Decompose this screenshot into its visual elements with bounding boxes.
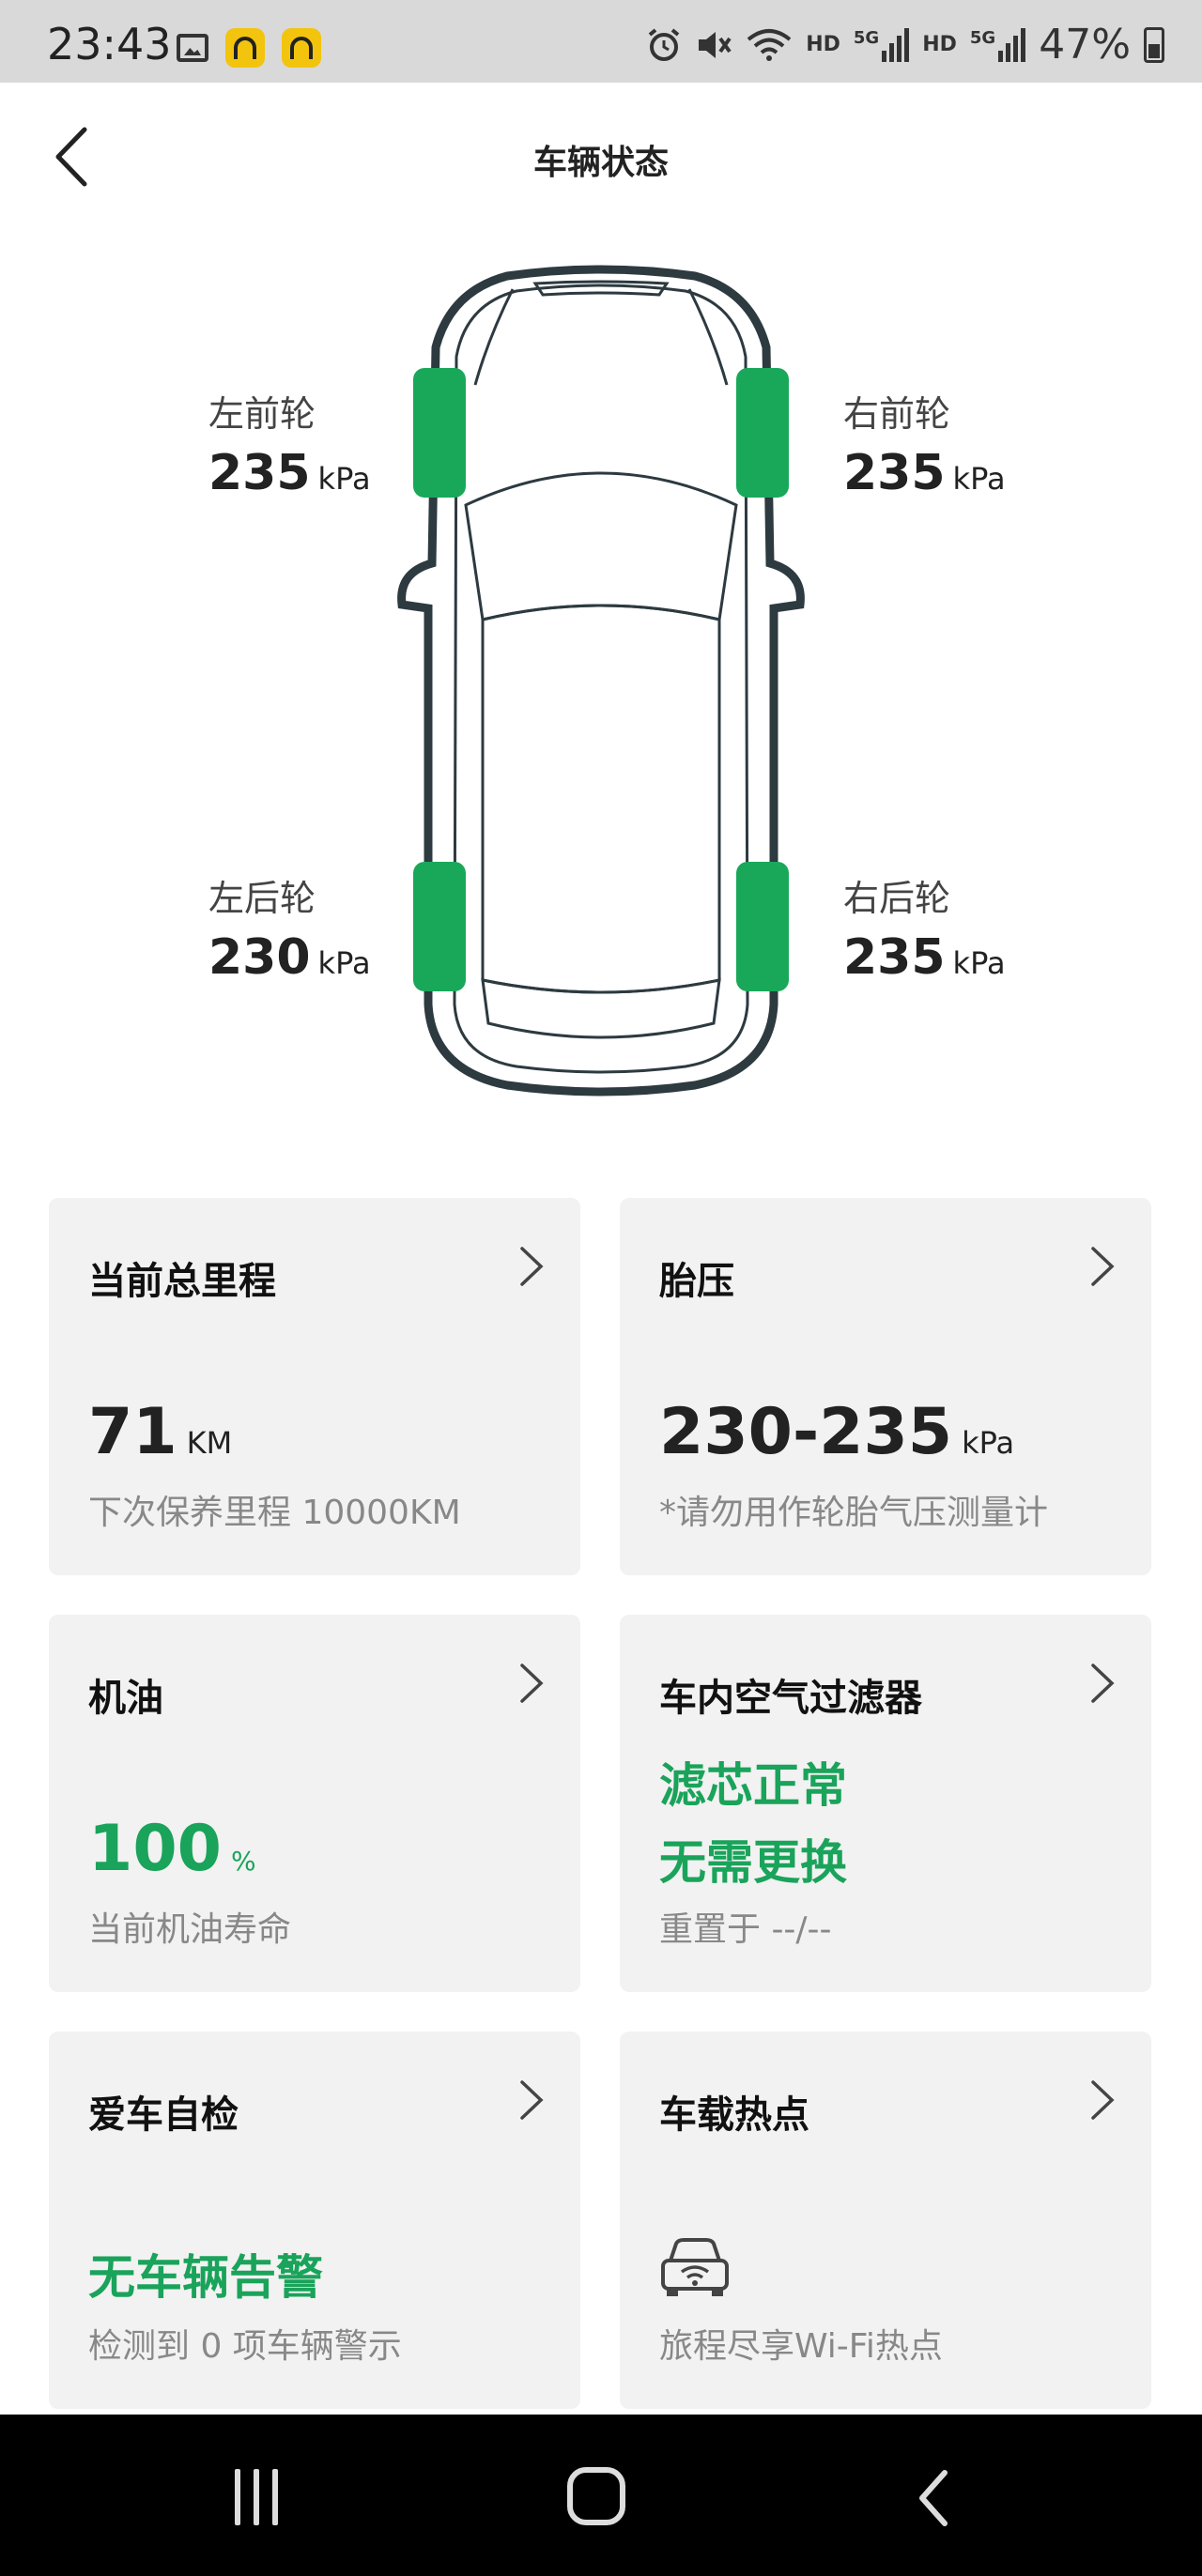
gallery-icon — [177, 34, 208, 62]
air-filter-card-title: 车内空气过滤器 — [659, 1677, 922, 1720]
hotspot-card-title: 车载热点 — [659, 2093, 809, 2137]
status-time: 23:43 — [47, 19, 172, 69]
battery-icon — [1144, 26, 1164, 63]
air-filter-status-1: 滤芯正常 — [659, 1758, 847, 1813]
signal-icon-2: 5G — [970, 27, 1026, 62]
chevron-right-icon — [520, 1247, 544, 1286]
status-bar: 23:43 HD 5G HD 5G 47% — [0, 0, 1202, 83]
self-check-card-title: 爱车自检 — [88, 2093, 239, 2137]
mileage-sub: 下次保养里程 10000KM — [88, 1494, 461, 1532]
tire-pressure-card[interactable]: 胎压 230-235 kPa *请勿用作轮胎气压测量计 — [620, 1198, 1151, 1575]
system-icons: HD 5G HD 5G 47% — [646, 21, 1164, 69]
tire-front-left — [413, 368, 466, 498]
chevron-right-icon — [520, 2080, 544, 2120]
oil-card-title: 机油 — [88, 1677, 163, 1720]
mileage-card[interactable]: 当前总里程 71 KM 下次保养里程 10000KM — [49, 1198, 580, 1575]
self-check-status: 无车辆告警 — [88, 2250, 323, 2305]
tire-front-right — [736, 368, 789, 498]
air-filter-sub: 重置于 --/-- — [659, 1910, 832, 1949]
tire-label-front-left: 左前轮 — [208, 393, 316, 435]
tire-value-rear-left: 230 kPa — [208, 929, 371, 986]
chevron-right-icon — [1091, 1664, 1115, 1703]
tire-value-front-left: 235 kPa — [208, 445, 371, 501]
hotspot-card[interactable]: 车载热点 旅程尽享Wi-Fi热点 — [620, 2032, 1151, 2409]
system-nav-bar — [0, 2415, 1202, 2576]
chevron-right-icon — [1091, 2080, 1115, 2120]
car-app-icon-2 — [282, 28, 321, 68]
oil-sub: 当前机油寿命 — [88, 1910, 292, 1949]
oil-value: 100% — [88, 1812, 256, 1886]
tire-pressure-sub: *请勿用作轮胎气压测量计 — [659, 1494, 1049, 1532]
air-filter-status-2: 无需更换 — [659, 1835, 847, 1890]
home-icon[interactable] — [567, 2467, 625, 2525]
car-app-icon — [225, 28, 265, 68]
tire-pressure-value: 230-235 kPa — [659, 1395, 1015, 1469]
tire-rear-left — [413, 862, 466, 991]
tire-value-front-right: 235 kPa — [843, 445, 1006, 501]
alarm-icon — [648, 27, 680, 61]
car-diagram — [397, 265, 805, 1096]
chevron-right-icon — [1091, 1247, 1115, 1286]
air-filter-card[interactable]: 车内空气过滤器 滤芯正常 无需更换 重置于 --/-- — [620, 1615, 1151, 1992]
self-check-sub: 检测到 0 项车辆警示 — [88, 2327, 402, 2366]
tire-pressure-card-title: 胎压 — [659, 1260, 734, 1303]
tire-label-rear-left: 左后轮 — [208, 878, 316, 919]
mileage-value: 71 KM — [88, 1395, 233, 1469]
nav-back-icon[interactable] — [911, 2465, 958, 2531]
page-title: 车辆状态 — [532, 144, 669, 182]
tire-label-front-right: 右前轮 — [843, 393, 951, 435]
battery-percent: 47% — [1039, 21, 1131, 69]
notification-icons — [177, 28, 321, 68]
tire-label-rear-right: 右后轮 — [843, 878, 951, 919]
signal-icon: 5G — [854, 27, 910, 62]
chevron-right-icon — [520, 1664, 544, 1703]
oil-card[interactable]: 机油 100% 当前机油寿命 — [49, 1615, 580, 1992]
wifi-icon — [747, 28, 792, 61]
self-check-card[interactable]: 爱车自检 无车辆告警 检测到 0 项车辆警示 — [49, 2032, 580, 2409]
mute-icon — [699, 31, 732, 58]
hotspot-sub: 旅程尽享Wi-Fi热点 — [659, 2327, 943, 2366]
car-wifi-icon — [661, 2238, 729, 2296]
header: 车辆状态 — [0, 83, 1202, 233]
recent-apps-icon[interactable] — [235, 2469, 291, 2525]
hd-indicator-2: HD — [922, 33, 957, 56]
tire-rear-right — [736, 862, 789, 991]
mileage-card-title: 当前总里程 — [88, 1260, 276, 1303]
tire-value-rear-right: 235 kPa — [843, 929, 1006, 986]
hd-indicator: HD — [806, 33, 840, 56]
